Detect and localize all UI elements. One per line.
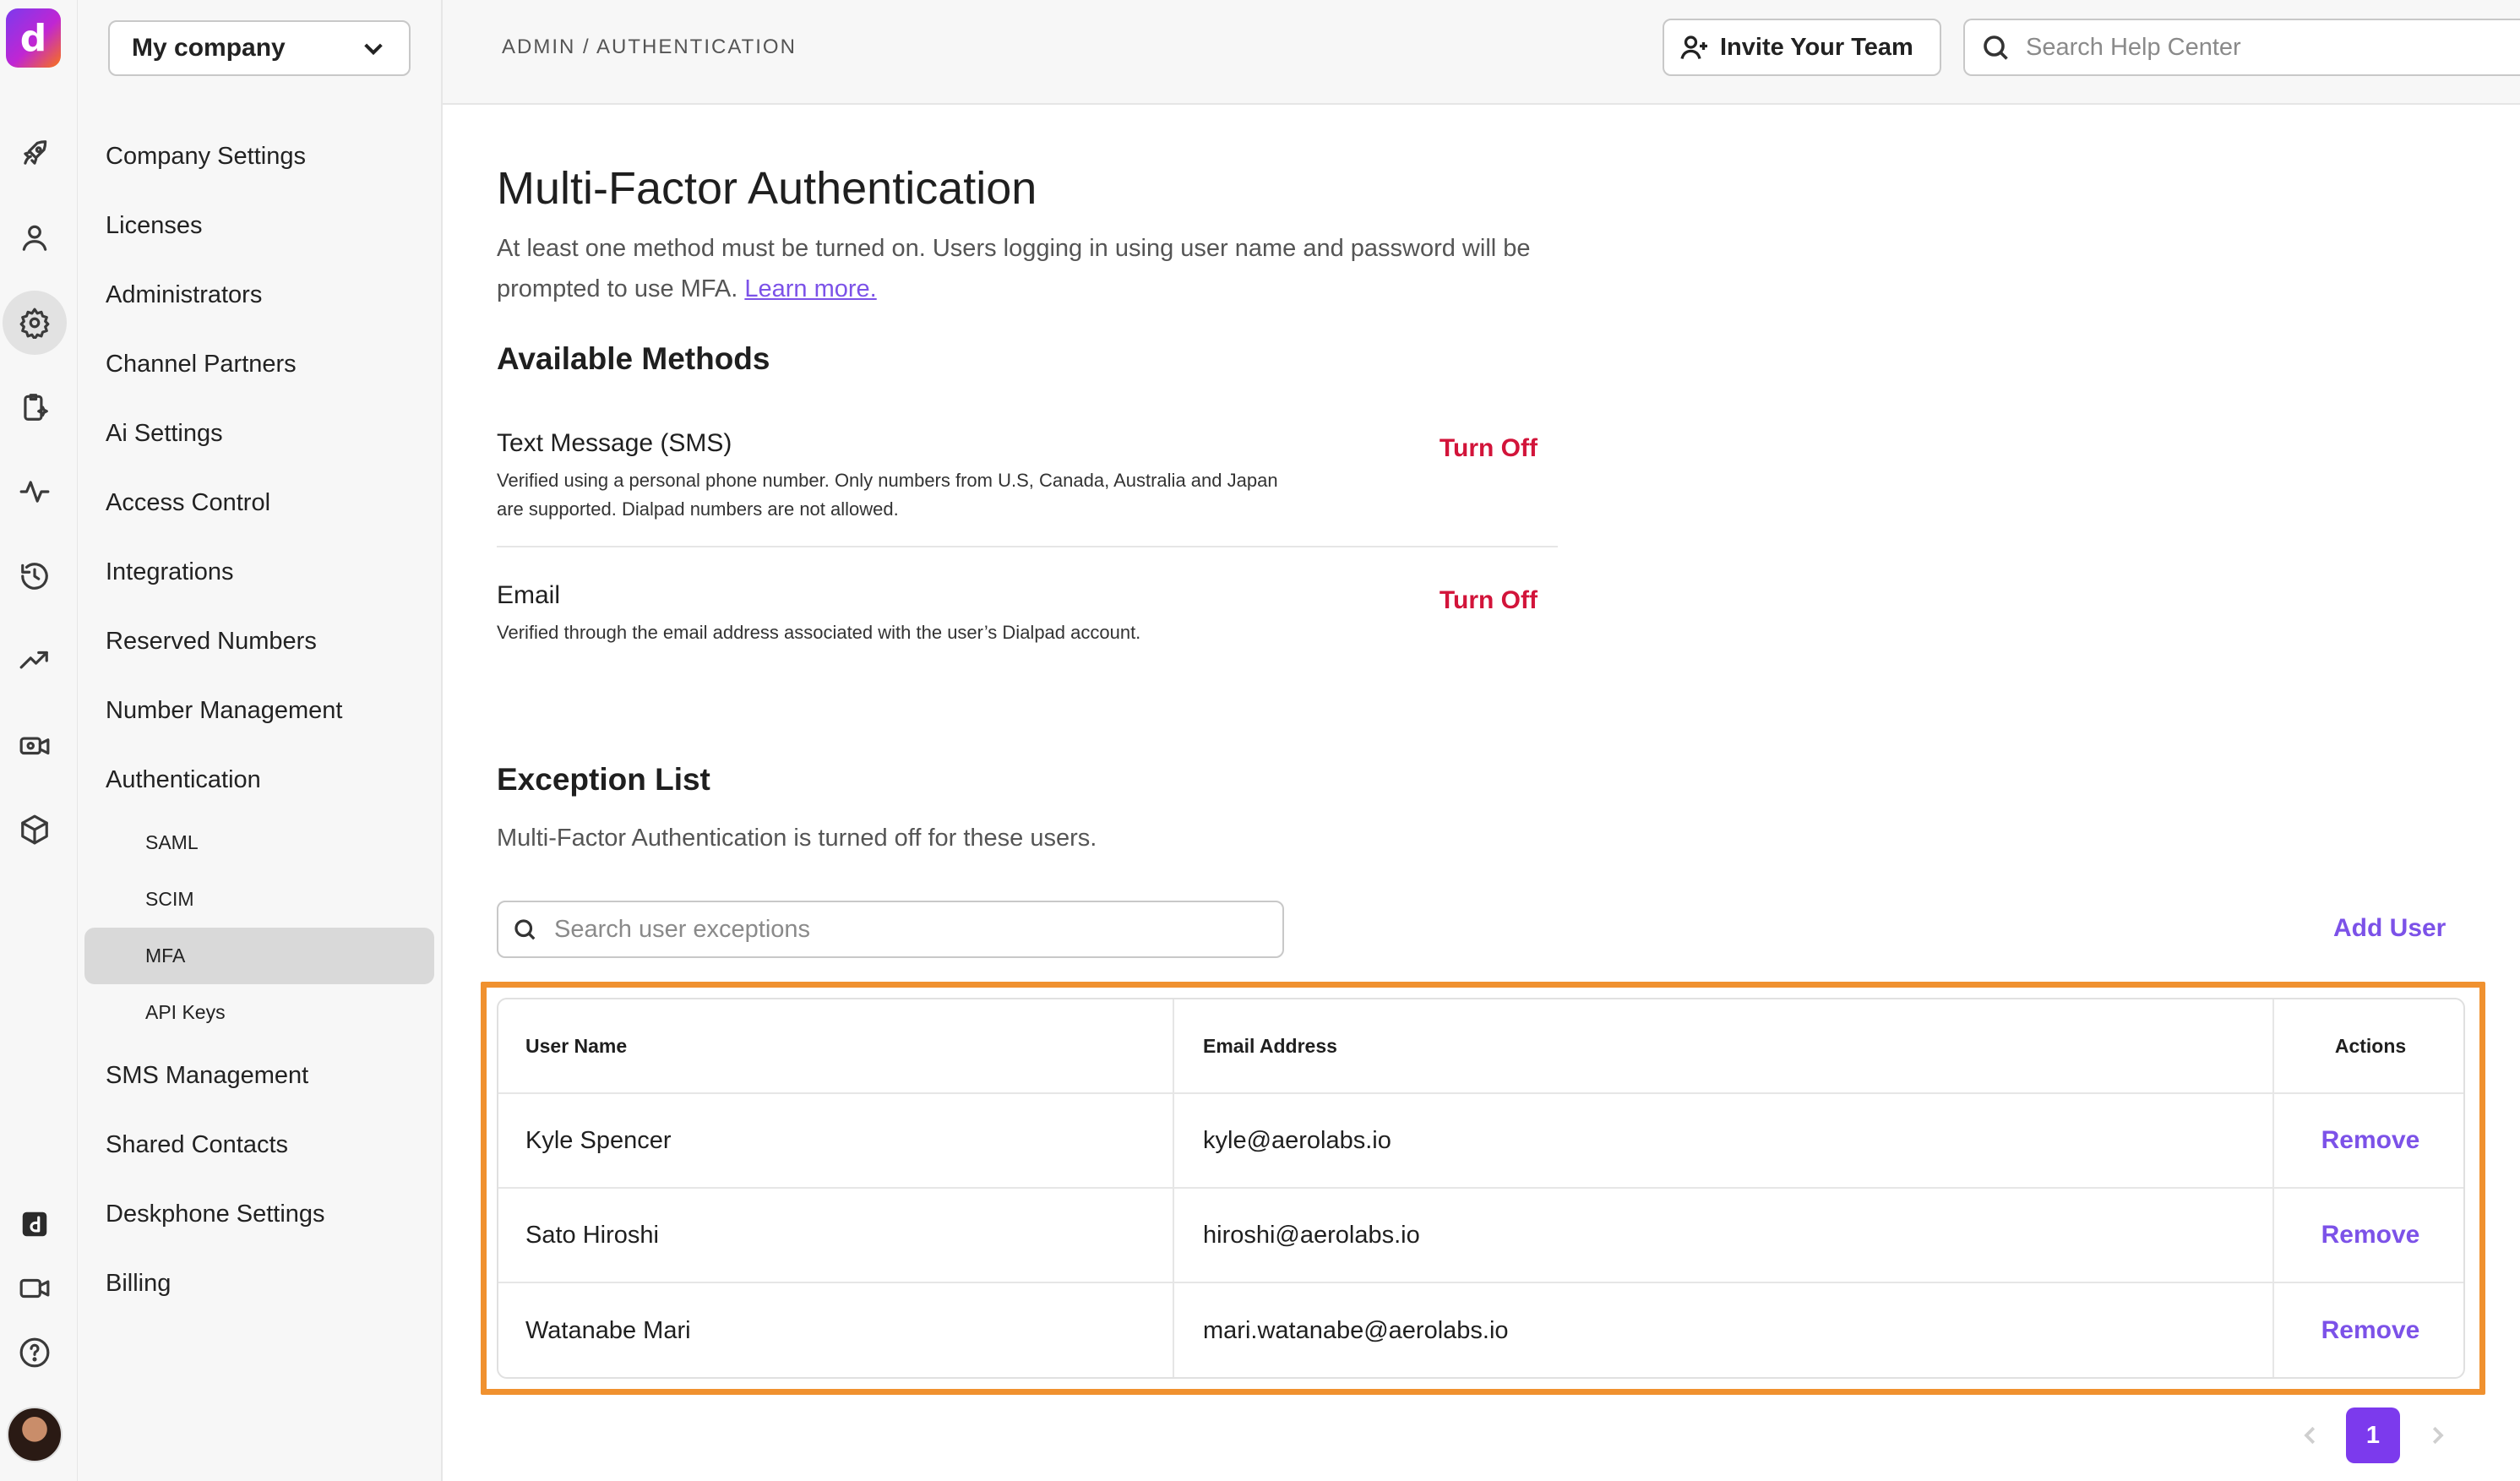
sidebar-item-licenses[interactable]: Licenses bbox=[78, 191, 441, 260]
trending-up-icon[interactable] bbox=[12, 638, 57, 683]
email-turn-off-button[interactable]: Turn Off bbox=[1440, 586, 1538, 615]
dialpad-logo[interactable]: d bbox=[6, 8, 61, 68]
table-row: Kyle Spencer kyle@aerolabs.io Remove bbox=[498, 1094, 2463, 1189]
cube-icon[interactable] bbox=[12, 807, 57, 852]
user-name-cell: Kyle Spencer bbox=[498, 1094, 1174, 1187]
breadcrumb: ADMIN / AUTHENTICATION bbox=[502, 35, 797, 58]
help-icon[interactable] bbox=[12, 1330, 57, 1375]
method-sms: Text Message (SMS) Verified using a pers… bbox=[497, 429, 1558, 547]
user-plus-icon bbox=[1680, 35, 1707, 59]
sidebar-item-authentication[interactable]: Authentication bbox=[78, 745, 441, 814]
method-email-description: Verified through the email address assoc… bbox=[497, 622, 1141, 643]
learn-more-link[interactable]: Learn more. bbox=[744, 275, 876, 302]
logo-glyph: d bbox=[19, 16, 47, 60]
help-search-placeholder: Search Help Center bbox=[2026, 33, 2241, 61]
user-name-cell: Watanabe Mari bbox=[498, 1283, 1174, 1377]
table-row: Sato Hiroshi hiroshi@aerolabs.io Remove bbox=[498, 1189, 2463, 1283]
dialpad-app-icon[interactable] bbox=[12, 1201, 57, 1247]
video-ai-icon[interactable] bbox=[12, 722, 57, 768]
sms-turn-off-button[interactable]: Turn Off bbox=[1440, 434, 1538, 463]
icon-rail: d bbox=[0, 0, 78, 1481]
sidebar-item-deskphone-settings[interactable]: Deskphone Settings bbox=[78, 1179, 441, 1249]
column-header-actions: Actions bbox=[2334, 1034, 2407, 1057]
column-header-user-name: User Name bbox=[498, 999, 1174, 1092]
exception-list-description: Multi-Factor Authentication is turned of… bbox=[497, 825, 1097, 852]
sidebar-subitem-mfa[interactable]: MFA bbox=[84, 928, 434, 984]
email-cell: mari.watanabe@aerolabs.io bbox=[1174, 1283, 2274, 1377]
sidebar-item-number-management[interactable]: Number Management bbox=[78, 676, 441, 745]
settings-sidebar: My company Company Settings Licenses Adm… bbox=[78, 0, 443, 1481]
company-select-label: My company bbox=[132, 34, 286, 62]
page-title: Multi-Factor Authentication bbox=[497, 163, 1037, 214]
email-cell: kyle@aerolabs.io bbox=[1174, 1094, 2274, 1187]
sidebar-item-reserved-numbers[interactable]: Reserved Numbers bbox=[78, 607, 441, 676]
invite-team-label: Invite Your Team bbox=[1720, 33, 1913, 61]
add-user-button[interactable]: Add User bbox=[2333, 914, 2446, 943]
company-select[interactable]: My company bbox=[108, 20, 411, 76]
method-sms-title: Text Message (SMS) bbox=[497, 429, 732, 457]
sidebar-subitem-scim[interactable]: SCIM bbox=[84, 871, 434, 928]
intro-text: At least one method must be turned on. U… bbox=[497, 235, 1531, 302]
sidebar-item-administrators[interactable]: Administrators bbox=[78, 260, 441, 329]
sidebar-item-integrations[interactable]: Integrations bbox=[78, 537, 441, 607]
exception-search-input[interactable]: Search user exceptions bbox=[497, 901, 1284, 958]
exception-list-heading: Exception List bbox=[497, 762, 710, 797]
method-sms-description: Verified using a personal phone number. … bbox=[497, 470, 1278, 520]
method-email-title: Email bbox=[497, 581, 561, 609]
page-intro: At least one method must be turned on. U… bbox=[497, 228, 1578, 309]
sidebar-item-billing[interactable]: Billing bbox=[78, 1249, 441, 1318]
settings-nav: Company Settings Licenses Administrators… bbox=[78, 122, 441, 1318]
chevron-left-icon[interactable] bbox=[2298, 1423, 2323, 1448]
help-search-input[interactable]: Search Help Center bbox=[1963, 19, 2520, 76]
remove-user-button[interactable]: Remove bbox=[2321, 1221, 2420, 1250]
column-header-email: Email Address bbox=[1174, 999, 2274, 1092]
remove-user-button[interactable]: Remove bbox=[2321, 1316, 2420, 1345]
remove-user-button[interactable]: Remove bbox=[2321, 1126, 2420, 1155]
user-name-cell: Sato Hiroshi bbox=[498, 1189, 1174, 1282]
invite-team-button[interactable]: Invite Your Team bbox=[1663, 19, 1941, 76]
sidebar-subitem-api-keys[interactable]: API Keys bbox=[84, 984, 434, 1041]
gear-icon[interactable] bbox=[3, 291, 67, 355]
page-number-current[interactable]: 1 bbox=[2346, 1407, 2400, 1463]
search-icon bbox=[514, 919, 536, 940]
exception-search-placeholder: Search user exceptions bbox=[554, 915, 811, 943]
sidebar-item-ai-settings[interactable]: Ai Settings bbox=[78, 399, 441, 468]
rocket-icon[interactable] bbox=[12, 131, 57, 177]
avatar[interactable] bbox=[7, 1407, 63, 1462]
search-icon bbox=[1984, 35, 2008, 60]
chevron-down-icon bbox=[360, 35, 387, 62]
email-cell: hiroshi@aerolabs.io bbox=[1174, 1189, 2274, 1282]
sidebar-item-company-settings[interactable]: Company Settings bbox=[78, 122, 441, 191]
sidebar-item-sms-management[interactable]: SMS Management bbox=[78, 1041, 441, 1110]
user-icon[interactable] bbox=[12, 215, 57, 260]
exception-table: User Name Email Address Actions Kyle Spe… bbox=[497, 998, 2465, 1379]
method-email: Email Verified through the email address… bbox=[497, 581, 1558, 647]
table-header-row: User Name Email Address Actions bbox=[498, 999, 2463, 1094]
available-methods-heading: Available Methods bbox=[497, 341, 770, 376]
history-icon[interactable] bbox=[12, 553, 57, 599]
table-row: Watanabe Mari mari.watanabe@aerolabs.io … bbox=[498, 1283, 2463, 1377]
video-camera-icon[interactable] bbox=[12, 1266, 57, 1311]
top-bar: ADMIN / AUTHENTICATION Invite Your Team … bbox=[443, 0, 2520, 105]
sidebar-item-access-control[interactable]: Access Control bbox=[78, 468, 441, 537]
activity-icon[interactable] bbox=[12, 469, 57, 515]
sidebar-item-channel-partners[interactable]: Channel Partners bbox=[78, 329, 441, 399]
sidebar-item-shared-contacts[interactable]: Shared Contacts bbox=[78, 1110, 441, 1179]
chevron-right-icon[interactable] bbox=[2425, 1423, 2450, 1448]
sidebar-subitem-saml[interactable]: SAML bbox=[84, 814, 434, 871]
pagination: 1 bbox=[2298, 1406, 2450, 1465]
clipboard-sparkle-icon[interactable] bbox=[12, 384, 57, 430]
